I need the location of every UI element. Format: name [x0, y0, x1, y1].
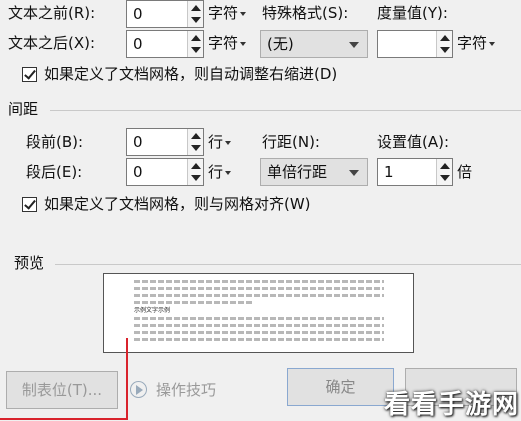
set-value-stepper[interactable]: 1: [377, 158, 453, 186]
paragraph-preview: 示例文字示例: [103, 273, 414, 353]
unit-dropdown-icon: [240, 42, 247, 46]
preview-next-line: [134, 331, 384, 334]
measure-unit[interactable]: 字符: [457, 33, 496, 53]
preview-prev-line: [134, 287, 384, 290]
indent-after-unit[interactable]: 字符: [208, 33, 247, 53]
spin-arrows-icon[interactable]: [187, 129, 203, 155]
set-value-label: 设置值(A):: [377, 133, 450, 151]
highlight-box: [0, 338, 128, 420]
unit-dropdown-icon: [225, 141, 232, 145]
indent-before-unit[interactable]: 字符: [208, 3, 247, 23]
preview-divider: [55, 264, 521, 265]
unit-dropdown-icon: [240, 12, 247, 16]
auto-adjust-label[interactable]: 如果定义了文档网格，则自动调整右缩进(D): [44, 64, 337, 84]
chevron-down-icon: [349, 170, 359, 176]
set-value-value[interactable]: 1: [384, 162, 394, 182]
spacing-after-stepper[interactable]: 0: [126, 158, 204, 186]
indent-after-label: 文本之后(X):: [8, 34, 96, 52]
unit-dropdown-icon: [489, 42, 496, 46]
spacing-before-label: 段前(B):: [26, 133, 84, 151]
indent-before-stepper[interactable]: 0: [126, 0, 204, 28]
preview-prev-line: [134, 301, 254, 304]
preview-next-line: [134, 324, 384, 327]
spin-arrows-icon[interactable]: [187, 159, 203, 185]
spacing-after-unit[interactable]: 行: [208, 162, 232, 182]
tips-label: 操作技巧: [156, 381, 217, 399]
spin-arrows-icon[interactable]: [187, 31, 203, 57]
indent-before-value[interactable]: 0: [133, 4, 143, 24]
play-icon: [130, 381, 147, 398]
spacing-before-unit[interactable]: 行: [208, 132, 232, 152]
line-spacing-value: 单倍行距: [267, 163, 328, 181]
spin-arrows-icon[interactable]: [436, 159, 452, 185]
measure-stepper[interactable]: [377, 30, 453, 58]
ok-button[interactable]: 确定: [287, 368, 394, 406]
special-format-value: (无): [267, 35, 294, 53]
preview-sample-text: 示例文字示例: [134, 307, 171, 314]
set-value-unit: 倍: [457, 163, 473, 181]
indent-after-value[interactable]: 0: [133, 34, 143, 54]
spacing-after-value[interactable]: 0: [133, 162, 143, 182]
unit-dropdown-icon: [225, 171, 232, 175]
preview-prev-line: [134, 280, 384, 283]
spin-arrows-icon[interactable]: [436, 31, 452, 57]
line-spacing-select[interactable]: 单倍行距: [260, 158, 368, 186]
spacing-section-title: 间距: [8, 100, 39, 118]
indent-before-label: 文本之前(R):: [8, 4, 96, 22]
indent-after-stepper[interactable]: 0: [126, 30, 204, 58]
tips-button[interactable]: 操作技巧: [130, 380, 216, 400]
spin-arrows-icon[interactable]: [187, 1, 203, 27]
preview-prev-line: [134, 294, 384, 297]
spacing-before-value[interactable]: 0: [133, 132, 143, 152]
snap-grid-checkbox[interactable]: [22, 197, 37, 212]
spacing-after-label: 段后(E):: [26, 163, 83, 181]
auto-adjust-checkbox[interactable]: [22, 67, 37, 82]
watermark-logo: 看看手游网: [384, 390, 520, 420]
preview-next-line: [134, 317, 384, 320]
spacing-divider: [50, 110, 521, 111]
preview-next-line: [134, 338, 384, 341]
preview-section-title: 预览: [14, 254, 45, 272]
spacing-before-stepper[interactable]: 0: [126, 128, 204, 156]
snap-grid-label[interactable]: 如果定义了文档网格，则与网格对齐(W): [44, 194, 311, 214]
special-format-select[interactable]: (无): [260, 30, 368, 58]
chevron-down-icon: [349, 42, 359, 48]
special-format-label: 特殊格式(S):: [262, 4, 349, 22]
measure-label: 度量值(Y):: [377, 4, 448, 22]
line-spacing-label: 行距(N):: [262, 133, 320, 151]
